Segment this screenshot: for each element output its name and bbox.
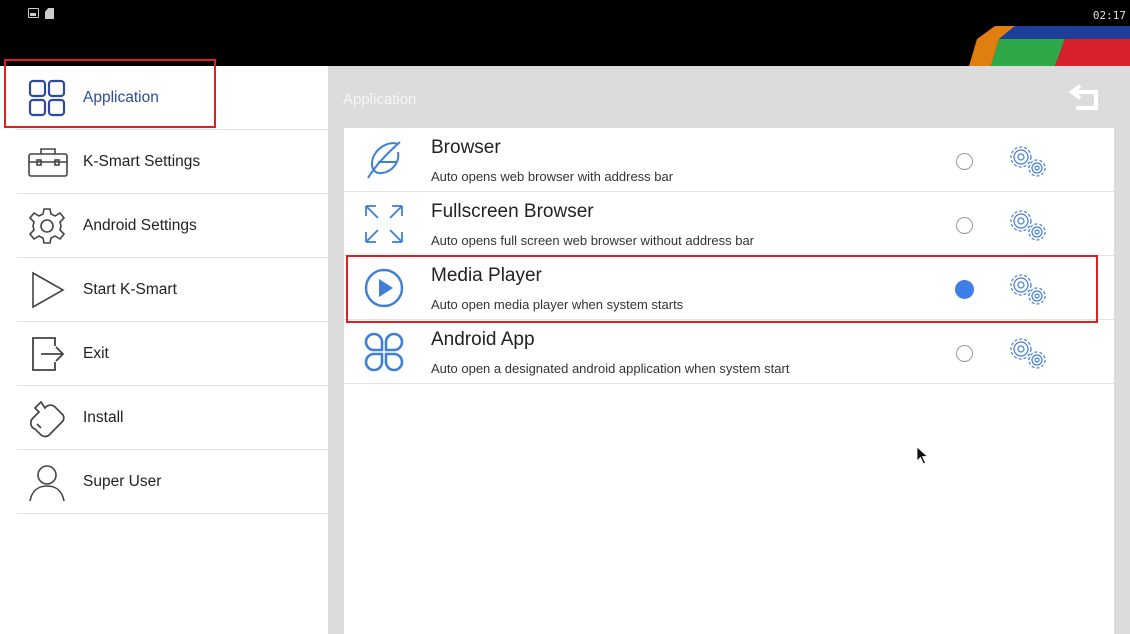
main-panel: Application Browser Auto opens web brows… — [328, 66, 1130, 634]
sidebar-item-exit[interactable]: Exit — [17, 322, 328, 386]
list-item-media-player[interactable]: Media Player Auto open media player when… — [344, 256, 1114, 320]
back-arrow-icon[interactable] — [1066, 84, 1102, 112]
fullscreen-icon — [365, 205, 403, 243]
sidebar-item-label: Exit — [83, 344, 109, 362]
play-circle-icon — [364, 268, 404, 308]
gear-icon — [17, 204, 71, 248]
radio-android-app[interactable] — [956, 345, 973, 362]
option-description: Auto open a designated android applicati… — [431, 361, 790, 376]
grid-icon — [17, 76, 71, 120]
application-list: Browser Auto opens web browser with addr… — [344, 128, 1114, 634]
status-icons — [28, 8, 54, 19]
app-grid-icon — [364, 332, 404, 372]
sidebar-item-application[interactable]: Application — [17, 66, 328, 130]
sidebar-item-label: Application — [83, 88, 159, 106]
settings-gear-icon[interactable] — [1004, 271, 1050, 307]
page-title: Application — [343, 91, 417, 108]
option-title: Browser — [431, 137, 501, 158]
option-description: Auto open media player when system start… — [431, 297, 684, 312]
radio-media-player[interactable] — [955, 280, 974, 299]
sidebar-item-k-smart-settings[interactable]: K-Smart Settings — [17, 130, 328, 194]
option-description: Auto opens full screen web browser witho… — [431, 233, 755, 248]
sidebar-item-install[interactable]: Install — [17, 386, 328, 450]
browser-icon — [367, 141, 401, 179]
sidebar: Application K-Smart Settings Android Set… — [0, 66, 328, 634]
panel-header: Application — [328, 66, 1130, 128]
wrench-icon — [17, 396, 71, 440]
sidebar-item-label: Super User — [83, 472, 162, 490]
option-title: Media Player — [431, 265, 542, 286]
sidebar-item-label: Install — [83, 408, 124, 426]
radio-browser[interactable] — [956, 153, 973, 170]
status-time: 02:17 — [1092, 9, 1126, 22]
option-title: Android App — [431, 329, 535, 350]
radio-fullscreen-browser[interactable] — [956, 217, 973, 234]
image-notification-icon — [28, 8, 39, 18]
sidebar-item-android-settings[interactable]: Android Settings — [17, 194, 328, 258]
status-bar: 02:17 — [0, 0, 1130, 66]
sidebar-item-super-user[interactable]: Super User — [17, 450, 328, 514]
option-description: Auto opens web browser with address bar — [431, 169, 674, 184]
settings-gear-icon[interactable] — [1004, 335, 1050, 371]
brand-logo-icon — [969, 26, 1130, 66]
play-icon — [17, 268, 71, 312]
option-title: Fullscreen Browser — [431, 201, 594, 222]
sd-card-icon — [45, 8, 54, 19]
sidebar-item-label: K-Smart Settings — [83, 152, 201, 170]
toolbox-icon — [17, 140, 71, 184]
sidebar-item-start-k-smart[interactable]: Start K-Smart — [17, 258, 328, 322]
settings-gear-icon[interactable] — [1004, 207, 1050, 243]
sidebar-item-label: Start K-Smart — [83, 280, 177, 298]
user-icon — [17, 460, 71, 504]
sidebar-item-label: Android Settings — [83, 216, 197, 234]
settings-gear-icon[interactable] — [1004, 143, 1050, 179]
list-item-android-app[interactable]: Android App Auto open a designated andro… — [344, 320, 1114, 384]
exit-icon — [17, 332, 71, 376]
list-item-browser[interactable]: Browser Auto opens web browser with addr… — [344, 128, 1114, 192]
list-item-fullscreen-browser[interactable]: Fullscreen Browser Auto opens full scree… — [344, 192, 1114, 256]
